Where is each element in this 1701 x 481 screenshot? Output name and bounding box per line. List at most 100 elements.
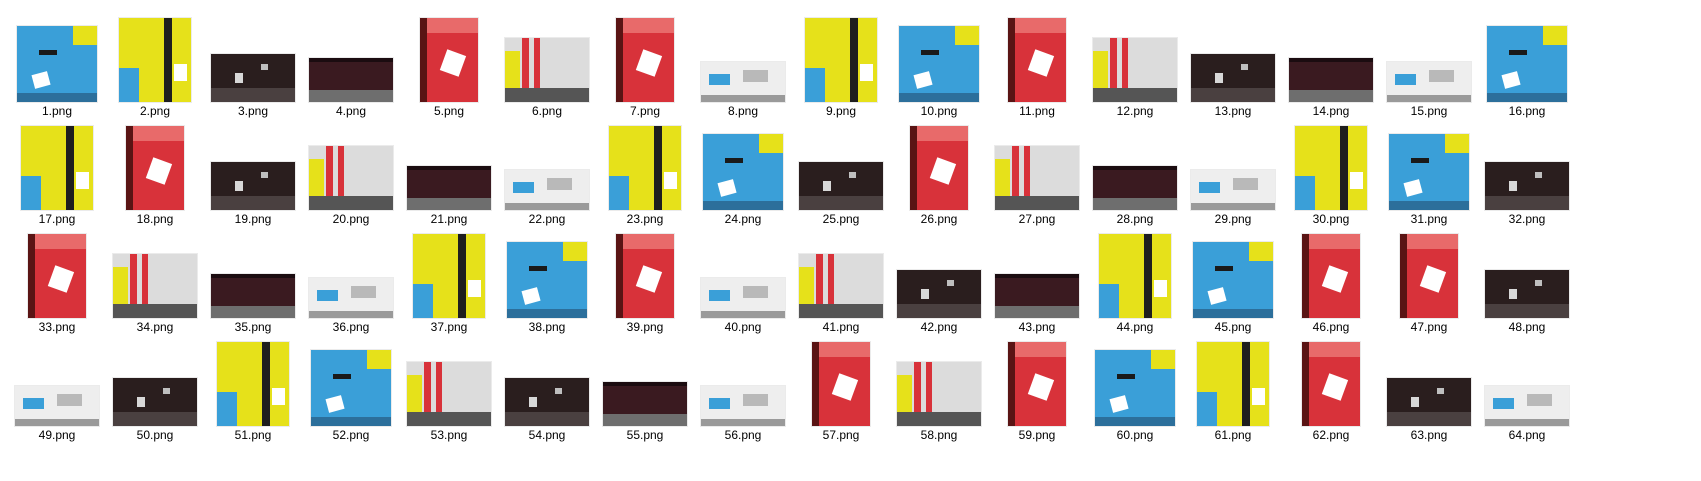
file-tile[interactable]: 14.png [1278,4,1384,121]
file-tile[interactable]: 29.png [1180,112,1286,229]
image-thumbnail[interactable] [1093,166,1177,210]
file-tile[interactable]: 59.png [984,328,1090,445]
image-thumbnail[interactable] [17,26,97,102]
file-tile[interactable]: 9.png [788,4,894,121]
file-tile[interactable]: 16.png [1474,4,1580,121]
file-tile[interactable]: 30.png [1278,112,1384,229]
file-tile[interactable]: 51.png [200,328,306,445]
image-thumbnail[interactable] [21,126,93,210]
file-tile[interactable]: 33.png [4,220,110,337]
file-tile[interactable]: 8.png [690,4,796,121]
file-tile[interactable]: 15.png [1376,4,1482,121]
image-thumbnail[interactable] [505,170,589,210]
file-tile[interactable]: 26.png [886,112,992,229]
image-thumbnail[interactable] [1400,234,1458,318]
file-tile[interactable]: 60.png [1082,328,1188,445]
file-name-label[interactable]: 49.png [4,428,110,442]
image-thumbnail[interactable] [211,54,295,102]
image-thumbnail[interactable] [1289,58,1373,102]
file-tile[interactable]: 28.png [1082,112,1188,229]
file-tile[interactable]: 52.png [298,328,404,445]
file-tile[interactable]: 45.png [1180,220,1286,337]
image-thumbnail[interactable] [1008,342,1066,426]
image-thumbnail[interactable] [1008,18,1066,102]
image-thumbnail[interactable] [420,18,478,102]
image-thumbnail[interactable] [805,18,877,102]
image-thumbnail[interactable] [899,26,979,102]
file-tile[interactable]: 20.png [298,112,404,229]
image-thumbnail[interactable] [1093,38,1177,102]
file-name-label[interactable]: 64.png [1474,428,1580,442]
image-thumbnail[interactable] [1095,350,1175,426]
file-tile[interactable]: 23.png [592,112,698,229]
file-name-label[interactable]: 59.png [984,428,1090,442]
file-tile[interactable]: 38.png [494,220,600,337]
image-thumbnail[interactable] [1197,342,1269,426]
file-name-label[interactable]: 57.png [788,428,894,442]
image-thumbnail[interactable] [1485,270,1569,318]
image-thumbnail[interactable] [1485,162,1569,210]
image-thumbnail[interactable] [1295,126,1367,210]
image-thumbnail[interactable] [119,18,191,102]
file-tile[interactable]: 17.png [4,112,110,229]
file-tile[interactable]: 12.png [1082,4,1188,121]
file-name-label[interactable]: 52.png [298,428,404,442]
image-thumbnail[interactable] [217,342,289,426]
file-tile[interactable]: 37.png [396,220,502,337]
file-name-label[interactable]: 53.png [396,428,502,442]
file-tile[interactable]: 62.png [1278,328,1384,445]
file-name-label[interactable]: 50.png [102,428,208,442]
file-tile[interactable]: 39.png [592,220,698,337]
file-tile[interactable]: 7.png [592,4,698,121]
file-tile[interactable]: 36.png [298,220,404,337]
file-tile[interactable]: 44.png [1082,220,1188,337]
file-tile[interactable]: 54.png [494,328,600,445]
image-thumbnail[interactable] [1193,242,1273,318]
file-tile[interactable]: 55.png [592,328,698,445]
image-thumbnail[interactable] [703,134,783,210]
file-tile[interactable]: 27.png [984,112,1090,229]
image-thumbnail[interactable] [28,234,86,318]
file-tile[interactable]: 53.png [396,328,502,445]
file-tile[interactable]: 35.png [200,220,306,337]
file-tile[interactable]: 63.png [1376,328,1482,445]
file-name-label[interactable]: 63.png [1376,428,1482,442]
file-tile[interactable]: 56.png [690,328,796,445]
image-thumbnail[interactable] [15,386,99,426]
file-name-label[interactable]: 62.png [1278,428,1384,442]
file-tile[interactable]: 1.png [4,4,110,121]
image-thumbnail[interactable] [211,162,295,210]
file-tile[interactable]: 48.png [1474,220,1580,337]
image-thumbnail[interactable] [701,278,785,318]
image-thumbnail[interactable] [311,350,391,426]
image-thumbnail[interactable] [799,162,883,210]
image-thumbnail[interactable] [309,58,393,102]
file-tile[interactable]: 43.png [984,220,1090,337]
image-thumbnail[interactable] [505,38,589,102]
file-tile[interactable]: 64.png [1474,328,1580,445]
file-tile[interactable]: 25.png [788,112,894,229]
file-name-label[interactable]: 56.png [690,428,796,442]
image-thumbnail[interactable] [507,242,587,318]
file-tile[interactable]: 22.png [494,112,600,229]
image-thumbnail[interactable] [413,234,485,318]
file-tile[interactable]: 18.png [102,112,208,229]
image-thumbnail[interactable] [1389,134,1469,210]
image-thumbnail[interactable] [1387,378,1471,426]
image-thumbnail[interactable] [309,146,393,210]
file-name-label[interactable]: 54.png [494,428,600,442]
file-tile[interactable]: 58.png [886,328,992,445]
file-tile[interactable]: 10.png [886,4,992,121]
file-name-label[interactable]: 58.png [886,428,992,442]
image-thumbnail[interactable] [505,378,589,426]
image-thumbnail[interactable] [897,362,981,426]
file-name-label[interactable]: 51.png [200,428,306,442]
image-thumbnail[interactable] [1387,62,1471,102]
image-thumbnail[interactable] [897,270,981,318]
image-thumbnail[interactable] [603,382,687,426]
file-tile[interactable]: 42.png [886,220,992,337]
image-thumbnail[interactable] [995,146,1079,210]
file-tile[interactable]: 46.png [1278,220,1384,337]
image-thumbnail[interactable] [1099,234,1171,318]
image-thumbnail[interactable] [1302,342,1360,426]
